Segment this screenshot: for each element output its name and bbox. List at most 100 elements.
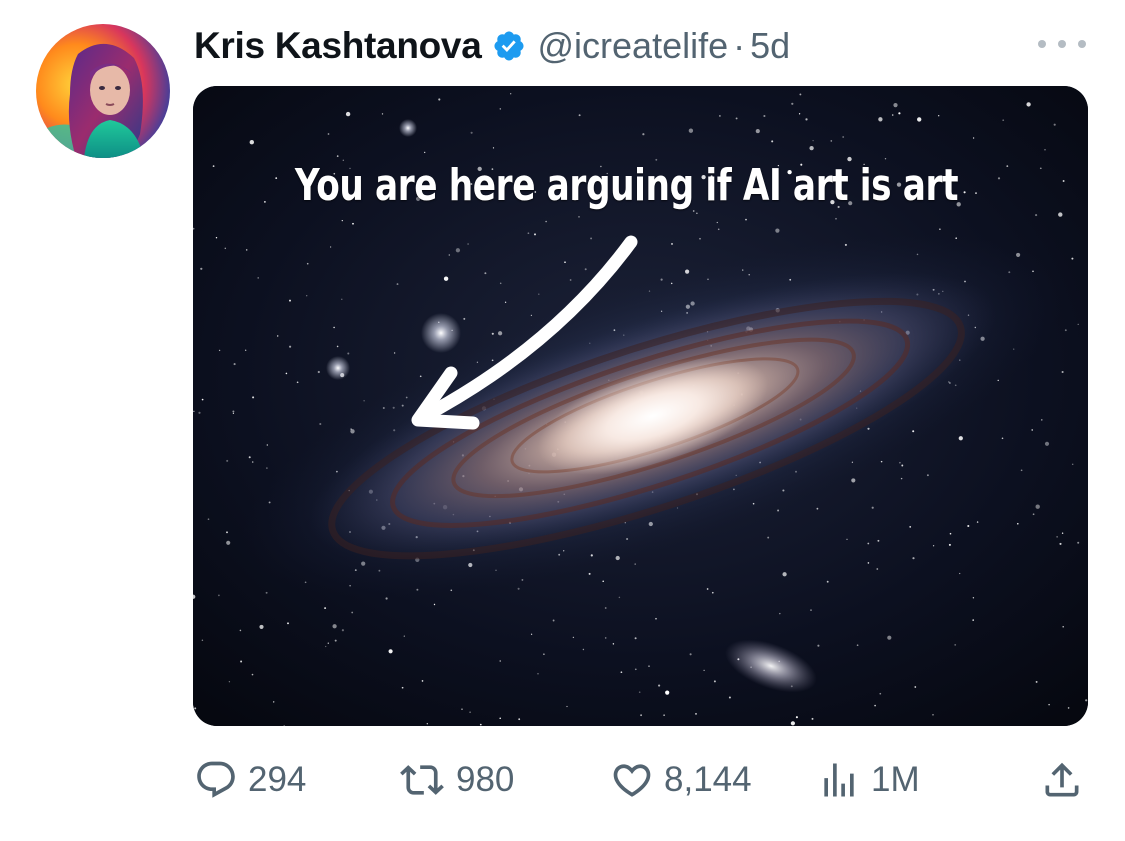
star (782, 572, 787, 577)
star (932, 545, 935, 547)
star (537, 673, 539, 675)
star (1041, 419, 1043, 421)
star (484, 272, 487, 275)
timestamp[interactable]: 5d (750, 25, 790, 67)
star (810, 609, 812, 611)
retweet-button[interactable]: 980 (398, 752, 514, 808)
star (201, 639, 204, 642)
star (874, 704, 876, 707)
star (912, 557, 915, 560)
star (716, 221, 718, 224)
star (1031, 429, 1033, 431)
star (1064, 329, 1067, 332)
star (538, 293, 540, 295)
star (240, 660, 243, 663)
star (899, 461, 901, 464)
star (878, 117, 883, 122)
star (846, 538, 848, 540)
retweet-icon (398, 758, 446, 802)
star (584, 268, 587, 271)
star (954, 643, 957, 646)
star (696, 212, 698, 214)
star (257, 277, 259, 279)
more-options-icon[interactable] (1038, 32, 1086, 56)
star (967, 524, 970, 528)
star (351, 611, 354, 614)
verified-badge-icon (492, 29, 526, 63)
star (798, 113, 801, 115)
star (226, 531, 228, 534)
star (249, 140, 254, 145)
star (336, 345, 339, 348)
star (224, 247, 227, 250)
star (248, 456, 251, 459)
star (228, 681, 231, 683)
star (276, 335, 279, 337)
star (618, 596, 621, 599)
star (830, 140, 833, 142)
star (640, 714, 642, 717)
star (634, 668, 637, 671)
star (578, 216, 580, 218)
like-button[interactable]: 8,144 (610, 752, 752, 808)
views-button[interactable]: 1M (817, 752, 920, 808)
avatar[interactable] (36, 24, 170, 158)
star (755, 129, 760, 134)
star (1071, 463, 1074, 466)
star (1062, 180, 1065, 182)
star (273, 701, 275, 703)
star (1059, 542, 1062, 545)
star (1039, 167, 1042, 170)
reply-icon (194, 758, 238, 802)
author-name[interactable]: Kris Kashtanova (194, 25, 482, 67)
share-icon (1040, 758, 1084, 802)
star (871, 506, 874, 509)
more-dot (1078, 40, 1086, 48)
star (588, 572, 591, 575)
reply-button[interactable]: 294 (194, 752, 306, 808)
more-dot (1038, 40, 1046, 48)
star (232, 410, 235, 413)
tweet-actions: 294 980 8,144 1M (0, 752, 1125, 808)
star (1002, 119, 1005, 122)
star (867, 542, 870, 545)
star (917, 117, 922, 122)
share-button[interactable] (1040, 752, 1084, 808)
heart-icon (610, 758, 654, 802)
star (259, 624, 264, 629)
star (1048, 703, 1050, 706)
star (200, 267, 203, 270)
star (582, 648, 585, 651)
star (352, 222, 354, 225)
star (590, 237, 593, 240)
star (194, 707, 197, 710)
star (332, 624, 337, 629)
star (285, 372, 288, 375)
star (811, 717, 814, 720)
star (545, 220, 547, 223)
star (1035, 214, 1038, 217)
star (877, 539, 880, 542)
avatar-image (36, 24, 170, 158)
star (499, 282, 502, 285)
star (393, 352, 396, 354)
star (251, 673, 254, 676)
star (226, 459, 229, 462)
star (385, 597, 388, 600)
reply-count: 294 (248, 760, 307, 799)
star (470, 131, 473, 134)
star (324, 607, 327, 610)
star (510, 93, 512, 95)
star (938, 115, 940, 117)
star (530, 633, 533, 635)
more-dot (1058, 40, 1066, 48)
tweet-media-image[interactable]: You are here arguing if AI art is art (193, 86, 1088, 726)
star (504, 301, 507, 303)
star (499, 660, 501, 662)
star (491, 332, 494, 335)
star (900, 477, 903, 480)
star (403, 635, 405, 637)
author-handle[interactable]: @icreatelife (538, 25, 729, 67)
star (717, 228, 720, 231)
star (334, 639, 337, 642)
